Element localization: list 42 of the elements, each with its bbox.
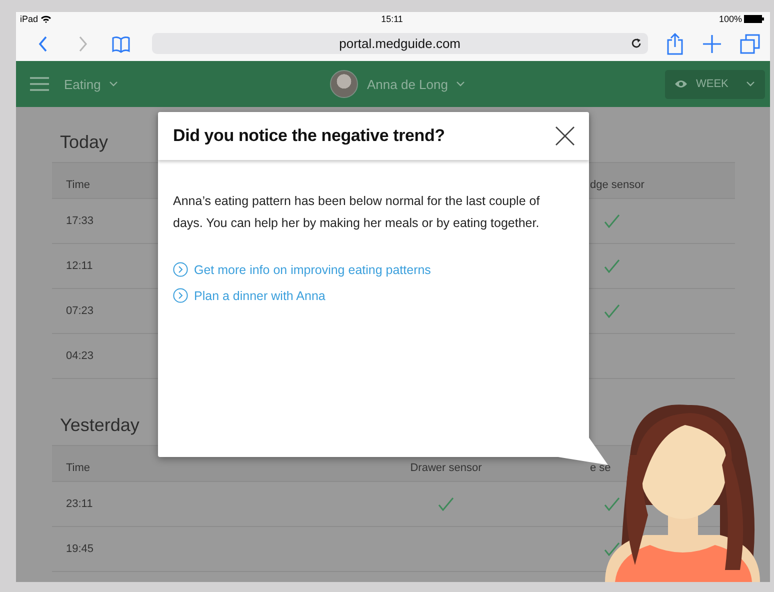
dialog-title: Did you notice the negative trend? (173, 126, 446, 146)
person-dropdown[interactable]: Anna de Long (367, 76, 465, 92)
time-cell-text: 19:45 (65, 543, 94, 555)
column-header: dge sensor (589, 179, 644, 191)
avatar (330, 70, 358, 98)
dialog-message: Anna’s eating pattern has been below normal for the last couple of days. You can help her by making her meals or by eating together. (173, 193, 541, 232)
action-link[interactable]: Get more info on improving eating patterns (173, 262, 431, 277)
column-header: Time (65, 179, 90, 191)
clock: 15:11 (381, 14, 403, 24)
battery-percent: 100% (718, 14, 742, 24)
book-icon[interactable] (111, 34, 132, 54)
time-cell-text: 12:11 (65, 260, 93, 272)
close-button[interactable] (555, 126, 575, 146)
plus-icon[interactable] (703, 34, 721, 52)
chevron-circle-icon (173, 262, 188, 277)
menu-icon[interactable] (30, 77, 49, 91)
chevron-circle-icon (173, 288, 188, 303)
time-cell-text: 07:23 (65, 305, 94, 317)
day-heading: Today (60, 132, 108, 153)
column-header: Drawer sensor (410, 462, 482, 474)
battery-icon (744, 15, 764, 23)
time-cell-text: 04:23 (65, 350, 94, 362)
period-dropdown[interactable]: WEEK (665, 70, 765, 98)
close-icon (555, 126, 575, 146)
wifi-icon (41, 15, 52, 23)
day-heading: Yesterday (60, 415, 140, 436)
time-cell-text: 23:11 (65, 498, 93, 510)
action-link[interactable]: Plan a dinner with Anna (173, 288, 326, 303)
column-header: Time (65, 462, 90, 474)
device-name: iPad (20, 14, 38, 24)
reload-icon[interactable] (631, 38, 642, 49)
url-text: portal.medguide.com (339, 36, 461, 51)
chevron-down-icon (108, 81, 118, 87)
time-cell-text: 17:33 (65, 215, 94, 227)
tabs-icon[interactable] (740, 34, 760, 54)
column-header: e se (589, 462, 611, 474)
eye-icon (675, 80, 687, 88)
share-icon[interactable] (666, 32, 684, 54)
address-field[interactable]: portal.medguide.com (152, 33, 648, 54)
section-dropdown[interactable]: Eating (64, 76, 118, 92)
chevron-down-icon (456, 81, 465, 87)
chevron-down-icon (746, 81, 755, 87)
